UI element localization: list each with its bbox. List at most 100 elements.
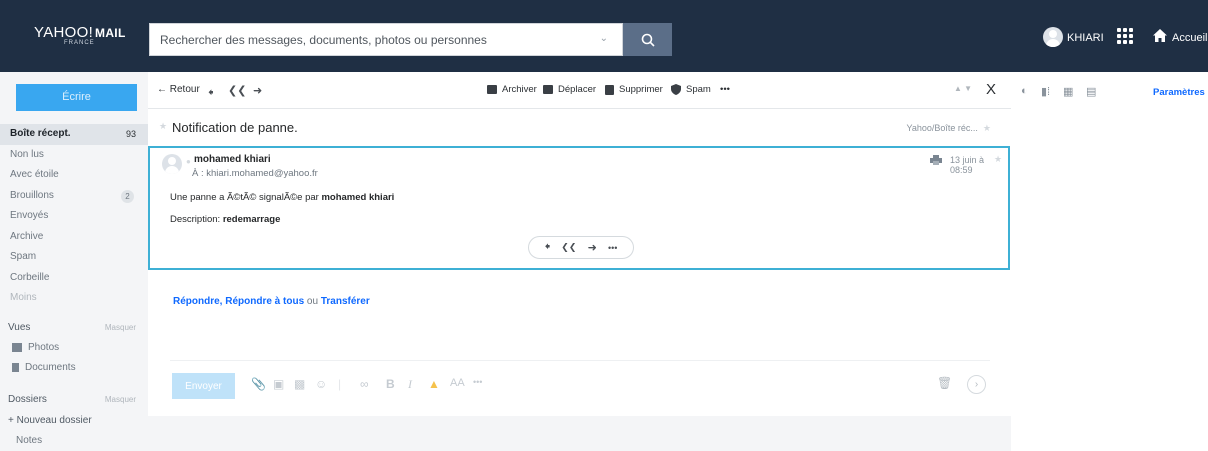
quick-reply-all-icon[interactable]: ❮❮: [561, 242, 576, 253]
view-photos[interactable]: Photos: [12, 342, 59, 353]
back-button[interactable]: ← Retour: [157, 84, 200, 95]
move-button[interactable]: Déplacer: [543, 84, 596, 95]
quick-forward-icon[interactable]: ➜: [588, 241, 597, 254]
forward-link[interactable]: Transférer: [321, 296, 370, 307]
prev-next-arrows-icon[interactable]: ▲ ▼: [954, 84, 972, 93]
more-actions-button[interactable]: •••: [720, 84, 730, 95]
calendar-panel-icon[interactable]: ▮⁞: [1041, 85, 1050, 98]
folder-less-toggle[interactable]: Moins: [0, 288, 148, 309]
body-line-2: Description: redemarrage: [170, 214, 280, 225]
search-icon: [641, 33, 655, 47]
folder-star-icon[interactable]: ★: [983, 123, 991, 133]
forward-icon[interactable]: ➜: [253, 84, 262, 97]
archive-icon: [487, 85, 497, 94]
home-icon[interactable]: [1152, 28, 1168, 43]
folder-label: Avec étoile: [10, 169, 59, 180]
message-folder-path: Yahoo/Boîte réc... ★: [907, 123, 991, 134]
drafts-count-badge: 2: [121, 189, 134, 203]
calendar-icon[interactable]: ▦: [1063, 85, 1073, 98]
folder-list: Boîte récept. 93 Non lus Avec étoile Bro…: [0, 124, 148, 309]
font-size-icon[interactable]: AA: [450, 377, 465, 389]
folder-label: Boîte récept.: [10, 128, 71, 139]
text-color-icon[interactable]: ▲: [428, 377, 440, 391]
folder-sent[interactable]: Envoyés: [0, 206, 148, 227]
bottom-band: [148, 416, 1011, 451]
folder-archive[interactable]: Archive: [0, 227, 148, 248]
logo-text: YAHOO!: [34, 24, 94, 41]
body-line-1: Une panne a Ã©tÃ© signalÃ©e par mohamed …: [170, 192, 394, 203]
folder-spam[interactable]: Spam: [0, 247, 148, 268]
apps-grid-icon[interactable]: [1117, 28, 1133, 44]
reply-all-icon[interactable]: ❮❮: [228, 84, 246, 97]
archive-button[interactable]: Archiver: [487, 84, 537, 95]
left-sidebar: Écrire Boîte récept. 93 Non lus Avec éto…: [0, 72, 148, 451]
folder-label: Brouillons: [10, 189, 54, 201]
search-button[interactable]: [623, 23, 672, 56]
views-hide-link[interactable]: Masquer: [105, 323, 136, 332]
sticker-icon[interactable]: ▩: [294, 377, 305, 391]
body-text: Une panne a Ã©tÃ© signalÃ©e par: [170, 192, 322, 203]
folder-label: Non lus: [10, 148, 44, 160]
folder-inbox[interactable]: Boîte récept. 93: [0, 124, 148, 145]
delete-button[interactable]: Supprimer: [605, 84, 663, 95]
folder-notes[interactable]: Notes: [16, 435, 42, 446]
view-label: Documents: [25, 362, 76, 373]
message-toolbar: ← Retour 🠸 ❮❮ ➜ Archiver Déplacer Suppri…: [148, 72, 1011, 109]
contacts-icon[interactable]: ◐: [1021, 85, 1028, 97]
close-button[interactable]: X: [986, 81, 996, 98]
reply-link[interactable]: Répondre: [173, 296, 220, 307]
compose-button[interactable]: Écrire: [16, 84, 137, 111]
home-link[interactable]: Accueil: [1172, 32, 1207, 44]
emoji-icon[interactable]: ☺: [315, 377, 327, 391]
reply-links: Répondre, Répondre à tous ou Transférer: [173, 296, 370, 307]
spam-label: Spam: [686, 84, 711, 95]
folder-label: Moins: [10, 292, 37, 303]
notepad-icon[interactable]: ▤: [1086, 85, 1096, 98]
folder-label: Corbeille: [10, 271, 50, 283]
folder-starred[interactable]: Avec étoile: [0, 165, 148, 186]
quick-more-icon[interactable]: •••: [608, 243, 617, 253]
spam-button[interactable]: Spam: [671, 84, 711, 95]
italic-icon[interactable]: I: [408, 377, 412, 392]
quick-reply-icon[interactable]: 🠸: [545, 238, 551, 257]
recipient-line: À : khiari.mohamed@yahoo.fr: [192, 168, 318, 179]
yahoo-mail-logo[interactable]: YAHOO! MAIL FRANCE: [34, 24, 144, 46]
print-icon[interactable]: [930, 155, 942, 165]
shield-icon: [671, 84, 681, 95]
body-label: Description:: [170, 214, 223, 225]
chevron-down-icon[interactable]: ⌄: [600, 33, 608, 44]
discard-draft-icon[interactable]: 🗑: [937, 376, 952, 390]
message-star-icon[interactable]: ★: [994, 154, 1002, 165]
unread-count: 93: [125, 129, 136, 139]
body-description: redemarrage: [222, 214, 281, 225]
gif-icon[interactable]: ▣: [273, 377, 284, 391]
star-icon[interactable]: ★: [159, 121, 167, 132]
user-name[interactable]: KHIARI: [1067, 32, 1104, 44]
or-text: ou: [306, 296, 319, 307]
folder-move-icon: [543, 85, 553, 94]
folder-drafts[interactable]: Brouillons 2: [0, 186, 148, 207]
trash-icon: [605, 84, 614, 95]
reply-icon[interactable]: 🠸: [208, 84, 214, 103]
folders-heading: Dossiers: [8, 394, 47, 405]
reply-all-link[interactable]: Répondre à tous: [225, 296, 304, 307]
right-panel: ◐ ▮⁞ ▦ ▤ Paramètres ⚙: [1011, 72, 1208, 451]
sender-name[interactable]: mohamed khiari: [194, 154, 271, 165]
folder-unread[interactable]: Non lus: [0, 145, 148, 166]
message-subject: Notification de panne.: [172, 120, 298, 135]
settings-link[interactable]: Paramètres ⚙: [1153, 85, 1208, 99]
view-documents[interactable]: Documents: [12, 362, 76, 373]
attachment-icon[interactable]: 📎: [251, 377, 266, 391]
folders-hide-link[interactable]: Masquer: [105, 395, 136, 404]
chevron-right-icon[interactable]: ›: [967, 375, 986, 394]
search-input[interactable]: [150, 24, 580, 55]
new-folder-link[interactable]: + Nouveau dossier: [8, 415, 92, 426]
folder-trash[interactable]: Corbeille: [0, 268, 148, 289]
divider: [170, 360, 990, 361]
link-icon[interactable]: ∞: [360, 377, 369, 391]
more-format-icon[interactable]: •••: [473, 377, 482, 387]
user-avatar[interactable]: [1043, 27, 1063, 47]
bold-icon[interactable]: B: [386, 377, 395, 391]
send-button[interactable]: Envoyer: [172, 373, 235, 399]
folder-label: Envoyés: [10, 210, 49, 221]
